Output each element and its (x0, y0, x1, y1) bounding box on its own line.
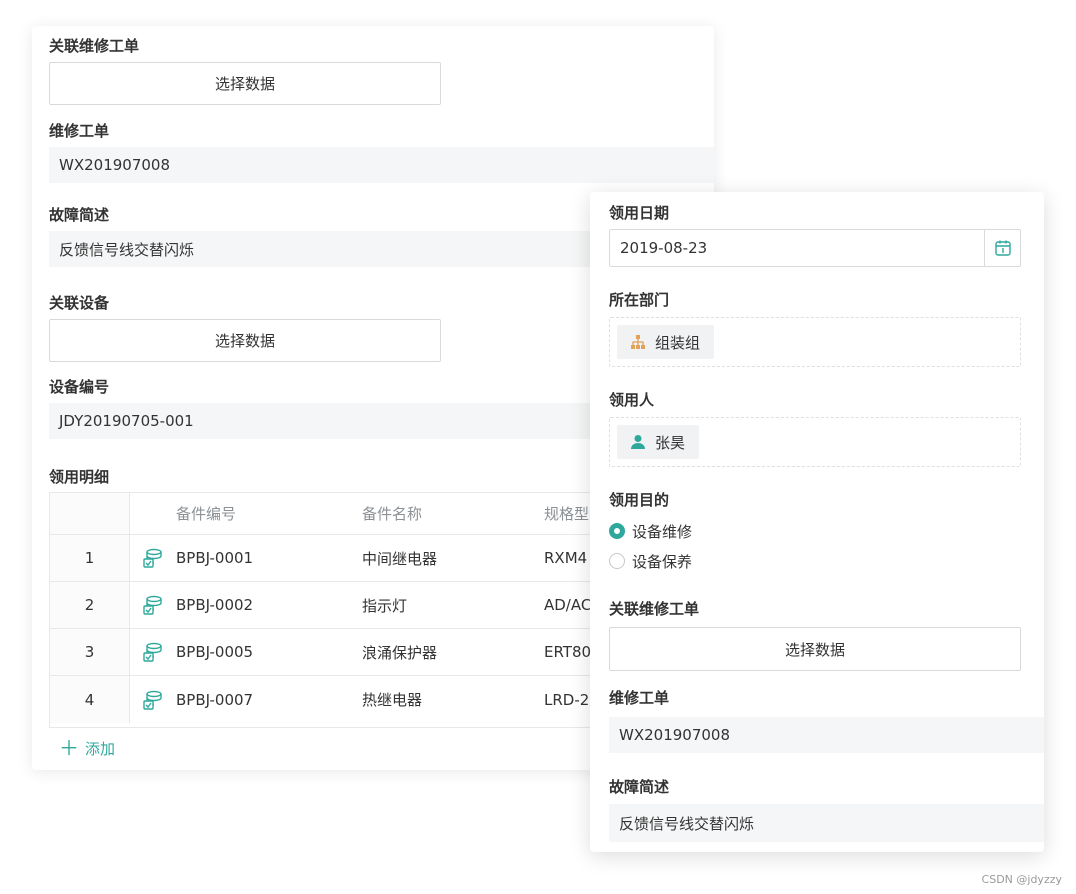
device-no-label: 设备编号 (49, 378, 110, 396)
part-code: BPBJ-0007 (176, 690, 254, 709)
date-input[interactable]: 2019-08-23 (609, 229, 1021, 267)
department-label: 所在部门 (609, 291, 670, 309)
calendar-button[interactable] (984, 230, 1020, 266)
stacked-parts-icon (143, 690, 162, 710)
stacked-parts-icon (143, 548, 162, 568)
part-name: 中间继电器 (362, 549, 438, 568)
part-code-cell[interactable]: BPBJ-0001 (142, 535, 342, 581)
row-index: 2 (50, 582, 130, 628)
related-device-label: 关联设备 (49, 294, 110, 312)
part-code-cell[interactable]: BPBJ-0005 (142, 629, 342, 675)
purpose-option-repair[interactable]: 设备维修 (609, 519, 692, 543)
radio-unchecked-icon (609, 553, 625, 569)
part-code-cell[interactable]: BPBJ-0002 (142, 582, 342, 628)
date-label: 领用日期 (609, 204, 670, 222)
work-order-label: 维修工单 (49, 122, 110, 140)
index-header (50, 493, 130, 534)
part-code: BPBJ-0002 (176, 596, 254, 614)
related-work-order-label: 关联维修工单 (49, 37, 140, 55)
row-index: 4 (50, 676, 130, 723)
purpose-option-label: 设备维修 (632, 522, 693, 541)
select-work-order-button[interactable]: 选择数据 (609, 627, 1021, 671)
purpose-label: 领用目的 (609, 491, 670, 509)
department-value: 组装组 (655, 333, 701, 352)
department-chip[interactable]: 组装组 (617, 325, 715, 359)
person-label: 领用人 (609, 391, 655, 409)
date-value: 2019-08-23 (620, 239, 708, 257)
part-name: 指示灯 (362, 596, 408, 615)
column-header-name: 备件名称 (362, 505, 423, 523)
row-index: 3 (50, 629, 130, 675)
user-icon (631, 435, 645, 449)
detail-label: 领用明细 (49, 468, 110, 486)
column-header-code: 备件编号 (176, 505, 237, 523)
fault-value: 反馈信号线交替闪烁 (609, 804, 1044, 842)
work-order-label: 维修工单 (609, 689, 670, 707)
watermark-text: CSDN @jdyzzy (981, 873, 1062, 886)
purpose-option-maintenance[interactable]: 设备保养 (609, 549, 692, 573)
org-tree-icon (631, 335, 645, 349)
part-code: BPBJ-0005 (176, 643, 254, 661)
row-index: 1 (50, 535, 130, 581)
person-value: 张昊 (655, 433, 686, 452)
part-name: 浪涌保护器 (362, 643, 438, 662)
stacked-parts-icon (143, 642, 162, 662)
part-code: BPBJ-0001 (176, 549, 254, 567)
requisition-form-card: 领用日期 2019-08-23 所在部门 组装组 领用人 张昊 领用目的 设备维… (590, 192, 1044, 852)
select-work-order-button[interactable]: 选择数据 (49, 62, 441, 105)
stacked-parts-icon (143, 595, 162, 615)
part-code-cell[interactable]: BPBJ-0007 (142, 676, 342, 723)
department-field[interactable]: 组装组 (609, 317, 1021, 367)
purpose-option-label: 设备保养 (632, 552, 693, 571)
person-chip[interactable]: 张昊 (617, 425, 700, 459)
part-name: 热继电器 (362, 691, 423, 709)
work-order-value: WX201907008 (49, 147, 714, 183)
fault-label: 故障简述 (49, 206, 110, 224)
calendar-icon (994, 240, 1011, 256)
radio-checked-icon (609, 523, 625, 539)
add-row-label: 添加 (85, 739, 116, 758)
person-field[interactable]: 张昊 (609, 417, 1021, 467)
fault-label: 故障简述 (609, 778, 670, 796)
select-device-button[interactable]: 选择数据 (49, 319, 441, 362)
work-order-value: WX201907008 (609, 717, 1044, 753)
related-work-order-label: 关联维修工单 (609, 600, 700, 618)
add-row-button[interactable]: ＋ 添加 (59, 736, 115, 760)
plus-icon: ＋ (59, 736, 79, 760)
